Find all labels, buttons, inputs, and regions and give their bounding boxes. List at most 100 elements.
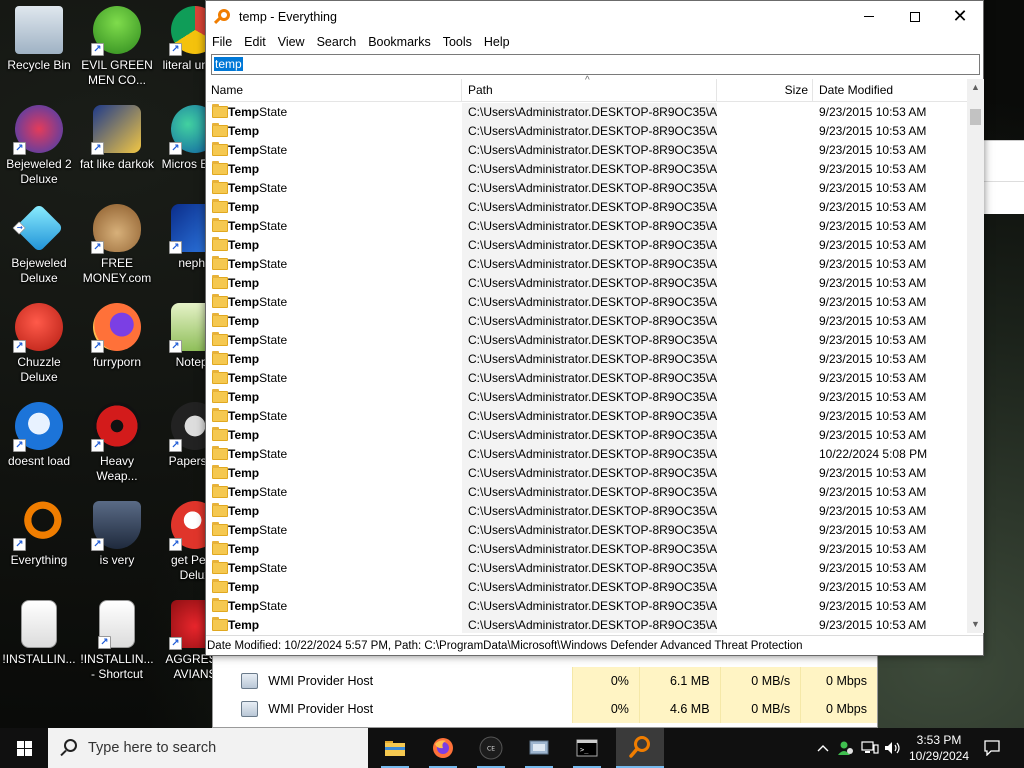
desktop-icon[interactable]: ↗ Bejeweled Deluxe	[0, 203, 78, 286]
taskbar-cheat-engine[interactable]: CE	[467, 728, 515, 768]
scroll-thumb[interactable]	[970, 109, 981, 125]
result-row[interactable]: TempState C:\Users\Administrator.DESKTOP-…	[207, 179, 967, 198]
tray-people[interactable]	[836, 728, 856, 768]
result-name: Temp	[228, 274, 259, 293]
result-path: C:\Users\Administrator.DESKTOP-8R9OC35\A…	[462, 236, 717, 255]
menu-edit[interactable]: Edit	[238, 35, 272, 49]
desktop-icon[interactable]: ↗ Bejeweled 2 Deluxe	[0, 105, 78, 187]
result-row[interactable]: TempState C:\Users\Administrator.DESKTOP-…	[207, 445, 967, 464]
minimize-button[interactable]	[846, 1, 892, 32]
scroll-down-icon[interactable]: ▼	[967, 616, 984, 633]
result-row[interactable]: Temp C:\Users\Administrator.DESKTOP-8R9OC…	[207, 312, 967, 331]
result-row[interactable]: Temp C:\Users\Administrator.DESKTOP-8R9OC…	[207, 198, 967, 217]
menu-help[interactable]: Help	[478, 35, 516, 49]
desktop-icon[interactable]: Recycle Bin	[0, 6, 78, 73]
menu-search[interactable]: Search	[311, 35, 363, 49]
taskbar-everything[interactable]	[616, 728, 664, 768]
column-name[interactable]: Name	[207, 79, 462, 102]
taskbar-file-explorer[interactable]	[371, 728, 419, 768]
taskbar-control-panel[interactable]	[515, 728, 563, 768]
document-shortcut-icon: ↗	[98, 600, 135, 649]
result-row[interactable]: TempState C:\Users\Administrator.DESKTOP-…	[207, 331, 967, 350]
result-row[interactable]: Temp C:\Users\Administrator.DESKTOP-8R9OC…	[207, 578, 967, 597]
maximize-button[interactable]	[892, 1, 938, 32]
vertical-scrollbar[interactable]: ▲ ▼	[967, 79, 984, 633]
system-clock[interactable]: 3:53 PM 10/29/2024	[904, 732, 974, 764]
menu-file[interactable]: File	[206, 35, 238, 49]
column-date-modified[interactable]: Date Modified	[813, 79, 967, 102]
title-bar[interactable]: temp - Everything ✕	[206, 1, 983, 32]
result-row[interactable]: Temp C:\Users\Administrator.DESKTOP-8R9OC…	[207, 160, 967, 179]
desktop-icon[interactable]: ↗ EVIL GREEN MEN CO...	[78, 6, 156, 88]
result-row[interactable]: Temp C:\Users\Administrator.DESKTOP-8R9OC…	[207, 274, 967, 293]
desktop-icon[interactable]: !INSTALLIN...	[0, 600, 78, 667]
process-disk: 0 MB/s	[719, 667, 801, 695]
desktop-icon[interactable]: ↗ fat like darkok	[78, 105, 156, 172]
show-hidden-icons[interactable]	[812, 728, 834, 768]
result-row[interactable]: Temp C:\Users\Administrator.DESKTOP-8R9OC…	[207, 122, 967, 141]
result-path: C:\Users\Administrator.DESKTOP-8R9OC35\A…	[462, 350, 717, 369]
desktop-icon[interactable]: ↗ FREE MONEY.com	[78, 204, 156, 286]
desktop-icon[interactable]: ↗ Everything	[0, 501, 78, 568]
result-row[interactable]: TempState C:\Users\Administrator.DESKTOP-…	[207, 255, 967, 274]
result-row[interactable]: TempState C:\Users\Administrator.DESKTOP-…	[207, 521, 967, 540]
thunderbird-icon: ↗	[13, 402, 63, 452]
process-row[interactable]: WMI Provider Host 0% 4.6 MB 0 MB/s 0 Mbp…	[213, 695, 878, 723]
desktop-icon[interactable]: ↗ Chuzzle Deluxe	[0, 303, 78, 385]
taskbar-search-box[interactable]: Type here to search	[48, 728, 368, 768]
shortcut-arrow-icon: ↗	[12, 221, 26, 235]
result-row[interactable]: Temp C:\Users\Administrator.DESKTOP-8R9OC…	[207, 502, 967, 521]
result-row[interactable]: Temp C:\Users\Administrator.DESKTOP-8R9OC…	[207, 236, 967, 255]
search-input[interactable]: temp	[211, 54, 980, 75]
result-row[interactable]: TempState C:\Users\Administrator.DESKTOP-…	[207, 293, 967, 312]
network-status[interactable]	[860, 728, 880, 768]
result-row[interactable]: Temp C:\Users\Administrator.DESKTOP-8R9OC…	[207, 426, 967, 445]
close-button[interactable]: ✕	[937, 1, 983, 32]
results-list[interactable]: TempState C:\Users\Administrator.DESKTOP-…	[207, 103, 967, 633]
result-row[interactable]: Temp C:\Users\Administrator.DESKTOP-8R9OC…	[207, 388, 967, 407]
process-icon	[241, 673, 259, 689]
action-center[interactable]	[978, 728, 1006, 768]
match-highlight: Temp	[228, 105, 260, 119]
desktop-icon[interactable]: ↗ furryporn	[78, 303, 156, 370]
menu-view[interactable]: View	[272, 35, 311, 49]
everything-icon	[629, 736, 650, 758]
desktop-icon[interactable]: ↗ doesnt load	[0, 402, 78, 469]
result-name: TempState	[228, 559, 287, 578]
menu-bookmarks[interactable]: Bookmarks	[362, 35, 437, 49]
name-suffix: State	[259, 371, 288, 385]
desktop-icon-label: is very	[99, 553, 135, 567]
command-prompt-icon: >_	[576, 739, 598, 757]
shortcut-arrow-icon: ↗	[169, 142, 182, 155]
taskbar-firefox[interactable]	[419, 728, 467, 768]
desktop-icon[interactable]: ↗ !INSTALLIN... - Shortcut	[78, 600, 156, 682]
desktop-icon[interactable]: ↗ Heavy Weap...	[78, 402, 156, 484]
result-row[interactable]: TempState C:\Users\Administrator.DESKTOP-…	[207, 483, 967, 502]
result-row[interactable]: TempState C:\Users\Administrator.DESKTOP-…	[207, 141, 967, 160]
result-row[interactable]: TempState C:\Users\Administrator.DESKTOP-…	[207, 407, 967, 426]
result-row[interactable]: TempState C:\Users\Administrator.DESKTOP-…	[207, 369, 967, 388]
result-name: TempState	[228, 521, 287, 540]
result-row[interactable]: Temp C:\Users\Administrator.DESKTOP-8R9OC…	[207, 616, 967, 633]
column-size[interactable]: Size	[717, 79, 813, 102]
name-suffix: State	[259, 523, 288, 537]
result-name: Temp	[228, 502, 259, 521]
result-row[interactable]: TempState C:\Users\Administrator.DESKTOP-…	[207, 103, 967, 122]
scroll-up-icon[interactable]: ▲	[967, 79, 984, 96]
result-row[interactable]: Temp C:\Users\Administrator.DESKTOP-8R9OC…	[207, 540, 967, 559]
result-row[interactable]: Temp C:\Users\Administrator.DESKTOP-8R9OC…	[207, 350, 967, 369]
menu-tools[interactable]: Tools	[437, 35, 478, 49]
start-button[interactable]	[0, 728, 48, 768]
result-row[interactable]: TempState C:\Users\Administrator.DESKTOP-…	[207, 559, 967, 578]
desktop-icon[interactable]: ↗ is very	[78, 501, 156, 568]
taskbar-command-prompt[interactable]: >_	[563, 728, 611, 768]
result-row[interactable]: TempState C:\Users\Administrator.DESKTOP-…	[207, 217, 967, 236]
process-row[interactable]: WMI Provider Host 0% 6.1 MB 0 MB/s 0 Mbp…	[213, 667, 878, 695]
result-row[interactable]: TempState C:\Users\Administrator.DESKTOP-…	[207, 597, 967, 616]
folder-icon	[212, 484, 228, 498]
everything-window[interactable]: temp - Everything ✕ File Edit View Searc…	[205, 0, 984, 656]
result-row[interactable]: Temp C:\Users\Administrator.DESKTOP-8R9OC…	[207, 464, 967, 483]
volume-control[interactable]	[883, 728, 903, 768]
folder-icon	[212, 275, 228, 289]
match-highlight: Temp	[228, 314, 260, 328]
